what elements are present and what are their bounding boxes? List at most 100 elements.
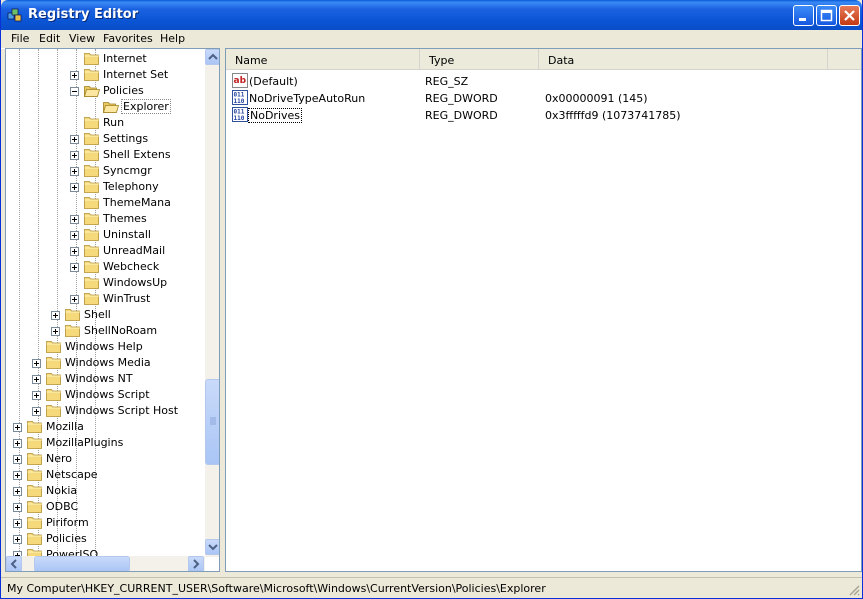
tree-node[interactable]: Shell Extens [6, 147, 205, 163]
tree-node[interactable]: ODBC [6, 499, 205, 515]
expand-icon[interactable] [13, 487, 22, 496]
tree-node[interactable]: Mozilla [6, 419, 205, 435]
menu-help[interactable]: Help [160, 32, 185, 45]
tree-node[interactable]: Windows Media [6, 355, 205, 371]
expand-icon[interactable] [70, 231, 79, 240]
scroll-up-button[interactable] [205, 49, 219, 65]
tree-node[interactable]: UnreadMail [6, 243, 205, 259]
expand-icon[interactable] [13, 471, 22, 480]
expand-icon[interactable] [13, 439, 22, 448]
tree-node[interactable]: Nokia [6, 483, 205, 499]
tree-horizontal-scrollbar[interactable] [6, 556, 205, 571]
expand-icon[interactable] [51, 311, 60, 320]
expand-icon[interactable] [70, 183, 79, 192]
scroll-right-button[interactable] [188, 556, 204, 571]
tree-node-label: Windows Help [65, 340, 143, 353]
tree-node-label: Themes [103, 212, 147, 225]
registry-key-tree[interactable]: Internet Internet Set Policies Explorer Run S… [5, 48, 220, 572]
tree-node[interactable]: Themes [6, 211, 205, 227]
tree-node-label: Mozilla [46, 420, 84, 433]
tree-node[interactable]: WinTrust [6, 291, 205, 307]
scroll-thumb[interactable] [205, 379, 219, 465]
minimize-button[interactable] [793, 5, 814, 26]
tree-node[interactable]: Windows Script [6, 387, 205, 403]
tree-node[interactable]: Uninstall [6, 227, 205, 243]
expand-icon[interactable] [32, 391, 41, 400]
menu-favorites[interactable]: Favorites [103, 32, 153, 45]
scroll-down-button[interactable] [205, 539, 219, 555]
title-bar[interactable]: Registry Editor [1, 0, 862, 30]
expand-icon[interactable] [32, 359, 41, 368]
tree-node-label: Webcheck [103, 260, 160, 273]
expand-icon[interactable] [70, 151, 79, 160]
tree-node[interactable]: Syncmgr [6, 163, 205, 179]
expand-icon[interactable] [13, 535, 22, 544]
tree-node[interactable]: MozillaPlugins [6, 435, 205, 451]
close-icon [844, 10, 855, 21]
tree-node[interactable]: Internet Set [6, 67, 205, 83]
tree-node[interactable]: Internet [6, 51, 205, 67]
tree-node[interactable]: Webcheck [6, 259, 205, 275]
collapse-icon[interactable] [70, 87, 79, 96]
expand-icon[interactable] [70, 263, 79, 272]
expand-icon[interactable] [13, 503, 22, 512]
expand-icon[interactable] [51, 327, 60, 336]
horizontal-scroll-thumb[interactable] [34, 556, 130, 571]
expand-icon[interactable] [13, 455, 22, 464]
menu-file[interactable]: File [11, 32, 29, 45]
registry-value-row[interactable]: 011 110 NoDriveTypeAutoRun REG_DWORD 0x00000… [226, 90, 861, 106]
registry-values-list[interactable]: Name Type Data ab (Default) REG_SZ 011 110 No… [225, 48, 862, 572]
folder-icon [84, 180, 100, 193]
tree-node[interactable]: Windows NT [6, 371, 205, 387]
tree-node[interactable]: Run [6, 115, 205, 131]
resize-grip-icon[interactable] [848, 584, 860, 596]
tree-node-label: WinTrust [103, 292, 151, 305]
expand-icon[interactable] [70, 71, 79, 80]
expand-icon[interactable] [70, 295, 79, 304]
tree-node-label: Shell [84, 308, 111, 321]
expand-icon[interactable] [32, 375, 41, 384]
tree-node[interactable]: Explorer [6, 99, 205, 115]
tree-node[interactable]: Nero [6, 451, 205, 467]
expand-icon[interactable] [70, 167, 79, 176]
value-name: (Default) [249, 75, 298, 88]
tree-node[interactable]: Policies [6, 83, 205, 99]
expand-icon[interactable] [13, 519, 22, 528]
maximize-button[interactable] [816, 5, 837, 26]
column-header-type[interactable]: Type [420, 49, 539, 70]
tree-node[interactable]: Windows Script Host [6, 403, 205, 419]
folder-icon [84, 196, 100, 209]
folder-icon [27, 420, 43, 433]
tree-node-label: Policies [46, 532, 87, 545]
close-button[interactable] [839, 5, 860, 26]
menu-edit[interactable]: Edit [39, 32, 60, 45]
tree-node[interactable]: Piriform [6, 515, 205, 531]
registry-value-row[interactable]: ab (Default) REG_SZ [226, 73, 861, 89]
expand-icon[interactable] [32, 407, 41, 416]
column-header-data[interactable]: Data [539, 49, 828, 70]
tree-node[interactable]: Shell [6, 307, 205, 323]
string-value-icon: ab [232, 73, 248, 88]
folder-icon [84, 244, 100, 257]
scroll-left-button[interactable] [6, 556, 22, 571]
folder-icon [27, 484, 43, 497]
expand-icon[interactable] [70, 215, 79, 224]
expand-icon[interactable] [70, 135, 79, 144]
tree-node[interactable]: Settings [6, 131, 205, 147]
tree-node-label: Shell Extens [103, 148, 171, 161]
tree-vertical-scrollbar[interactable] [205, 49, 219, 557]
tree-node[interactable]: ThemeMana [6, 195, 205, 211]
tree-node[interactable]: WindowsUp [6, 275, 205, 291]
expand-icon[interactable] [70, 247, 79, 256]
tree-node[interactable]: Telephony [6, 179, 205, 195]
tree-node[interactable]: Policies [6, 531, 205, 547]
tree-node[interactable]: ShellNoRoam [6, 323, 205, 339]
menu-view[interactable]: View [69, 32, 95, 45]
folder-icon [27, 500, 43, 513]
column-header-name[interactable]: Name [226, 49, 420, 70]
expand-icon[interactable] [13, 423, 22, 432]
tree-node[interactable]: Windows Help [6, 339, 205, 355]
tree-node[interactable]: Netscape [6, 467, 205, 483]
registry-value-row[interactable]: 011 110 NoDrives REG_DWORD 0x3fffffd9 (10737… [226, 107, 861, 123]
chevron-right-icon [193, 559, 200, 569]
